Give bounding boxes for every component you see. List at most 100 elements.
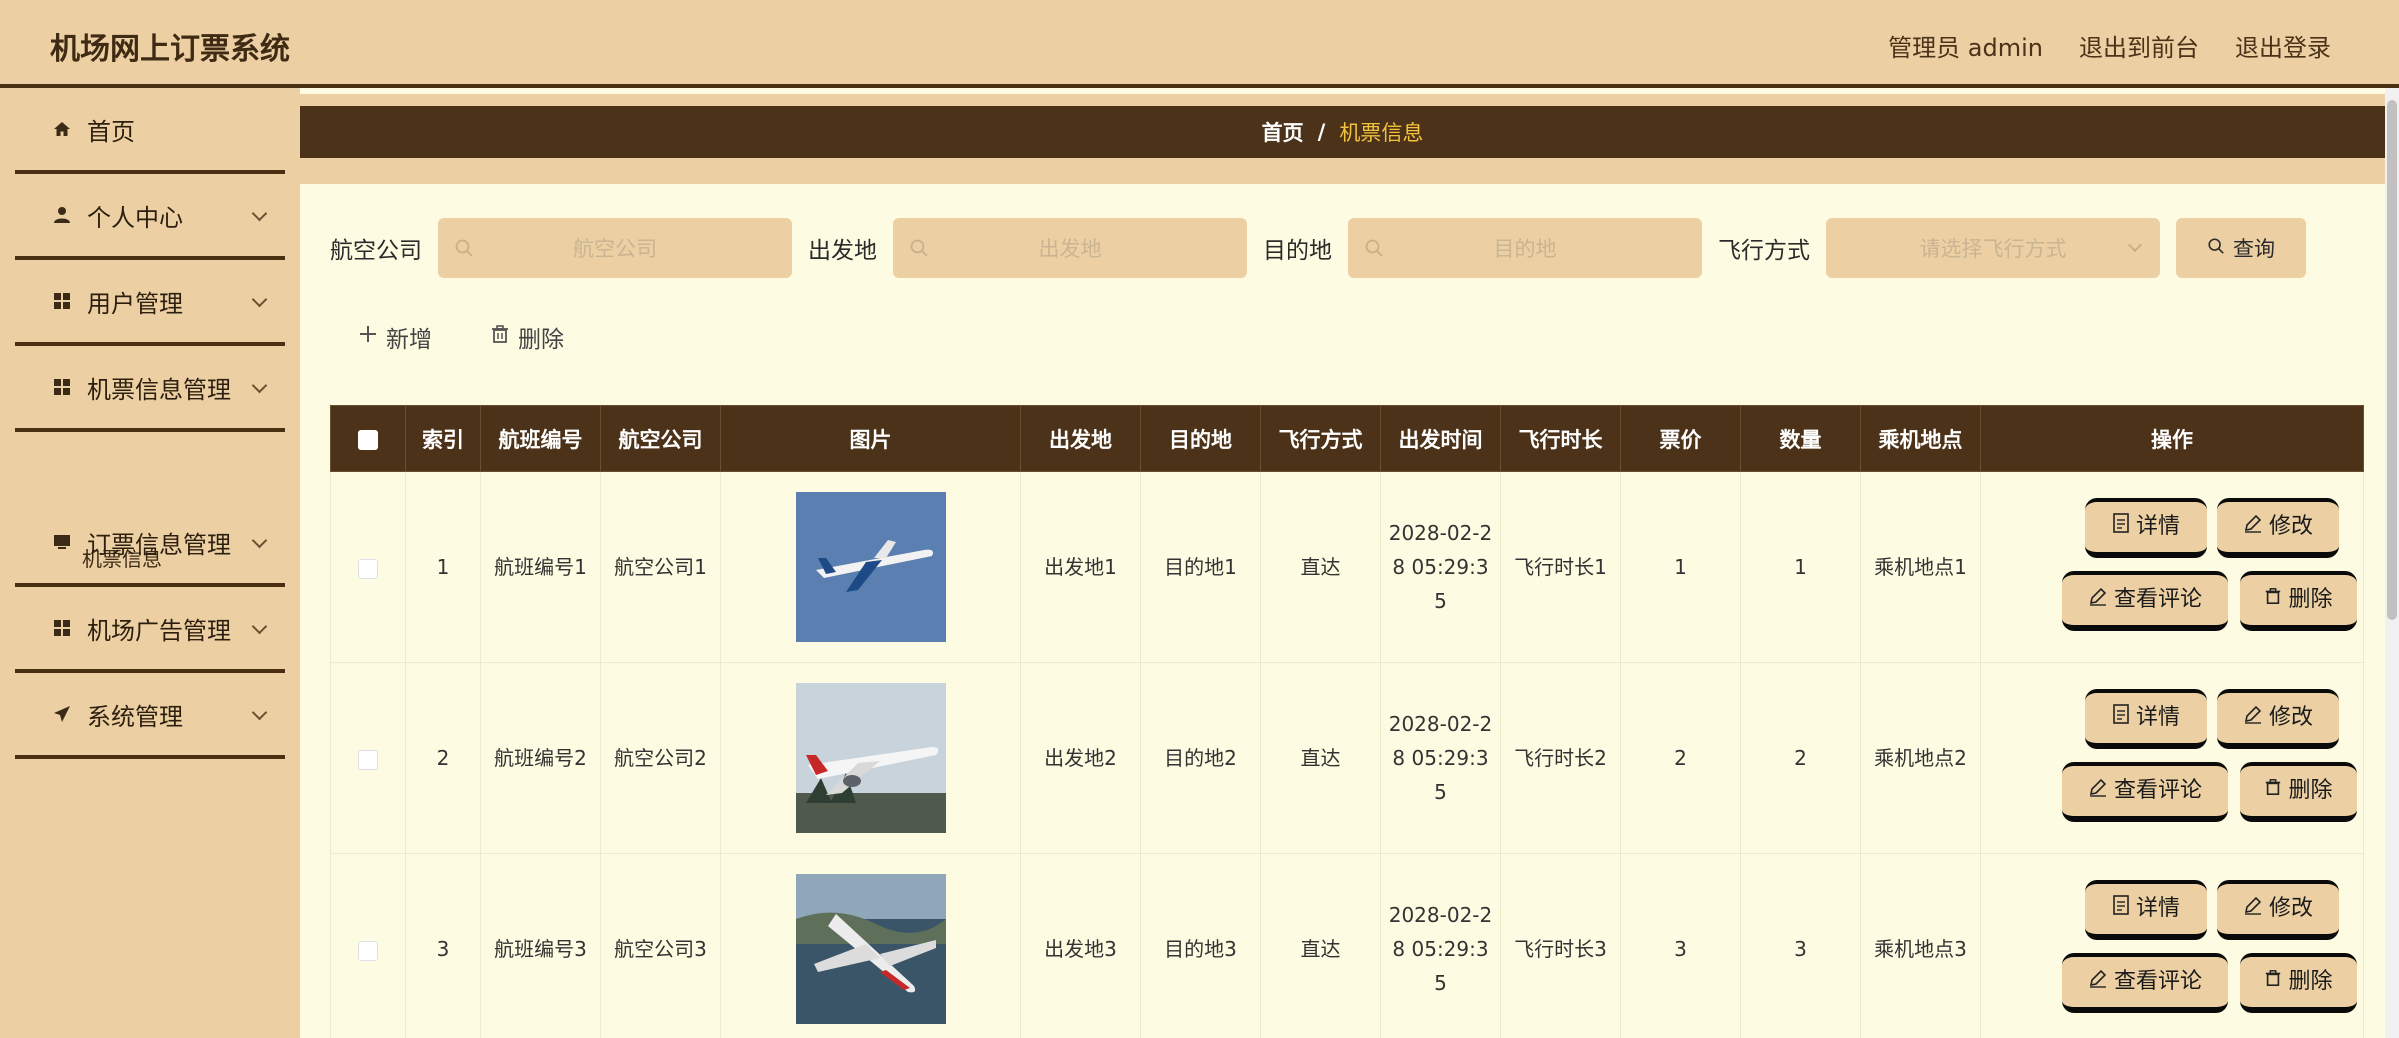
- sidebar-item-ticket-management[interactable]: 机票信息管理: [15, 346, 285, 432]
- column-header: 图片: [720, 405, 1021, 472]
- column-header: 数量: [1740, 405, 1861, 472]
- query-button-label: 查询: [2233, 237, 2275, 261]
- grid-icon: [51, 617, 73, 639]
- airline-input[interactable]: 航空公司: [438, 218, 792, 278]
- sidebar-item-label: 订票信息管理: [87, 530, 231, 559]
- cell-qty: 3: [1740, 853, 1861, 1038]
- detail-button-label: 详情: [2135, 896, 2180, 921]
- airline-label: 航空公司: [330, 238, 422, 264]
- add-button[interactable]: 新增: [358, 320, 432, 354]
- comments-button-label: 查看评论: [2113, 969, 2202, 994]
- chevron-down-icon: [251, 618, 268, 635]
- select-all-checkbox[interactable]: [358, 429, 378, 450]
- ticket-table: 索引 航班编号 航空公司 图片 出发地 目的地 飞行方式 出发时间 飞行时长 票…: [330, 405, 2364, 1038]
- trash-icon: [490, 324, 510, 350]
- delete-row-button[interactable]: 删除: [2240, 953, 2357, 1013]
- row-operations: 详情 修改 查看评论 删除: [1987, 663, 2357, 853]
- breadcrumb: 首页 / 机票信息: [300, 106, 2385, 158]
- delete-row-label: 删除: [2288, 587, 2333, 612]
- column-header: 航班编号: [480, 405, 601, 472]
- airplane-photo: [795, 874, 946, 1024]
- sidebar-item-ad-management[interactable]: 机场广告管理: [15, 587, 285, 673]
- edit-icon: [2088, 965, 2108, 999]
- column-header: 乘机地点: [1860, 405, 1981, 472]
- sidebar-item-system-management[interactable]: 系统管理: [15, 673, 285, 759]
- logout-link[interactable]: 退出登录: [2235, 28, 2331, 63]
- add-button-label: 新增: [386, 327, 432, 353]
- detail-button[interactable]: 详情: [2085, 880, 2207, 940]
- batch-delete-button[interactable]: 删除: [490, 320, 564, 354]
- trash-icon: [2264, 965, 2282, 999]
- edit-button[interactable]: 修改: [2217, 880, 2339, 940]
- view-comments-button[interactable]: 查看评论: [2062, 953, 2228, 1013]
- sidebar-item-label: 系统管理: [87, 702, 183, 731]
- chevron-down-icon: [251, 205, 268, 222]
- edit-button-label: 修改: [2268, 705, 2313, 730]
- sidebar-item-user-management[interactable]: 用户管理: [15, 260, 285, 346]
- main-content: 首页 / 机票信息 航空公司 航空公司 出发地 出发地 目的地 目的地 飞行方式: [300, 88, 2385, 1038]
- detail-button[interactable]: 详情: [2085, 498, 2207, 558]
- table-row: 3 航班编号3 航空公司3 出发地3 目的地3 直达 2028-02-28 05…: [330, 853, 2364, 1038]
- cell-image: [720, 853, 1021, 1038]
- cell-to: 目的地2: [1140, 662, 1261, 854]
- cell-airline: 航空公司3: [600, 853, 721, 1038]
- cell-airline: 航空公司1: [600, 471, 721, 663]
- cell-location: 乘机地点3: [1860, 853, 1981, 1038]
- cell-ops: 详情 修改 查看评论 删除: [1980, 853, 2364, 1038]
- row-select-cell: [330, 853, 406, 1038]
- cell-duration: 飞行时长3: [1500, 853, 1621, 1038]
- flight-mode-select[interactable]: 请选择飞行方式: [1826, 218, 2160, 278]
- row-checkbox[interactable]: [358, 940, 378, 961]
- row-checkbox[interactable]: [358, 749, 378, 770]
- edit-icon: [2243, 892, 2263, 926]
- to-input[interactable]: 目的地: [1348, 218, 1702, 278]
- query-button[interactable]: 查询: [2176, 218, 2306, 278]
- row-select-cell: [330, 662, 406, 854]
- cell-duration: 飞行时长1: [1500, 471, 1621, 663]
- detail-button[interactable]: 详情: [2085, 689, 2207, 749]
- trash-icon: [2264, 583, 2282, 617]
- search-icon: [454, 238, 474, 263]
- cell-to: 目的地3: [1140, 853, 1261, 1038]
- delete-row-button[interactable]: 删除: [2240, 762, 2357, 822]
- top-header: 机场网上订票系统 管理员 admin 退出到前台 退出登录: [0, 0, 2399, 88]
- scrollbar-thumb[interactable]: [2387, 100, 2397, 620]
- cell-index: 1: [405, 471, 481, 663]
- delete-row-button[interactable]: 删除: [2240, 571, 2357, 631]
- breadcrumb-wrapper: 首页 / 机票信息: [300, 94, 2385, 184]
- view-comments-button[interactable]: 查看评论: [2062, 762, 2228, 822]
- chevron-down-icon: [251, 291, 268, 308]
- column-header: 索引: [405, 405, 481, 472]
- sidebar: 首页 个人中心 用户管理 机票信息管理 机票信息 订票信息管理 机场广告管理 系…: [0, 88, 300, 1038]
- cell-airline: 航空公司2: [600, 662, 721, 854]
- sidebar-item-label: 机票信息管理: [87, 375, 231, 404]
- sidebar-item-personal-center[interactable]: 个人中心: [15, 174, 285, 260]
- to-label: 目的地: [1263, 238, 1332, 264]
- detail-button-label: 详情: [2135, 514, 2180, 539]
- exit-to-front-link[interactable]: 退出到前台: [2079, 28, 2199, 63]
- cell-to: 目的地1: [1140, 471, 1261, 663]
- cell-flight-no: 航班编号2: [480, 662, 601, 854]
- chevron-down-icon: [251, 532, 268, 549]
- edit-button[interactable]: 修改: [2217, 498, 2339, 558]
- mode-placeholder: 请选择飞行方式: [1919, 237, 2067, 261]
- column-header: 操作: [1980, 405, 2364, 472]
- row-checkbox[interactable]: [358, 558, 378, 579]
- view-comments-button[interactable]: 查看评论: [2062, 571, 2228, 631]
- sidebar-item-label: 个人中心: [87, 203, 183, 232]
- cell-mode: 直达: [1260, 471, 1381, 663]
- edit-icon: [2088, 583, 2108, 617]
- comments-button-label: 查看评论: [2113, 587, 2202, 612]
- sidebar-item-booking-management[interactable]: 订票信息管理: [15, 501, 285, 587]
- cell-mode: 直达: [1260, 662, 1381, 854]
- cell-ops: 详情 修改 查看评论 删除: [1980, 471, 2364, 663]
- cell-duration: 飞行时长2: [1500, 662, 1621, 854]
- from-input[interactable]: 出发地: [893, 218, 1247, 278]
- breadcrumb-home[interactable]: 首页: [1262, 117, 1304, 147]
- edit-button-label: 修改: [2268, 896, 2313, 921]
- cell-flight-no: 航班编号1: [480, 471, 601, 663]
- comments-button-label: 查看评论: [2113, 778, 2202, 803]
- edit-button[interactable]: 修改: [2217, 689, 2339, 749]
- trash-icon: [2264, 774, 2282, 808]
- sidebar-item-home[interactable]: 首页: [15, 88, 285, 174]
